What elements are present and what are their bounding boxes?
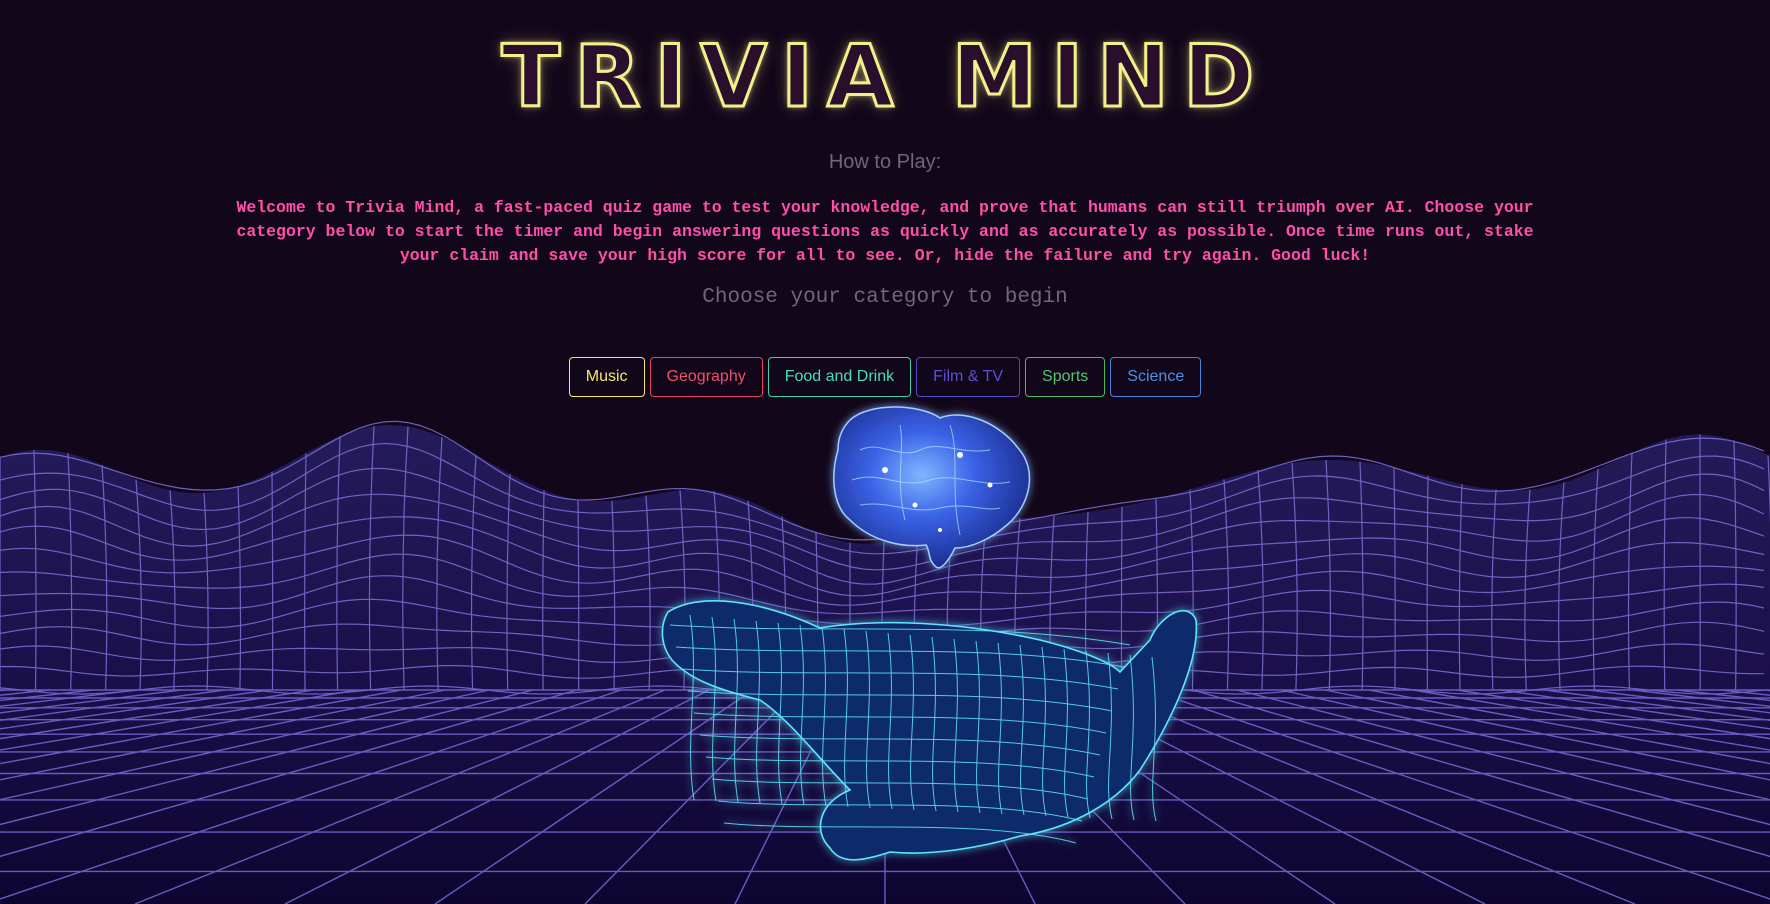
trivia-mind-page: TRIVIA MIND How to Play: Welcome to Triv… [0, 0, 1770, 904]
welcome-text: Welcome to Trivia Mind, a fast-paced qui… [236, 198, 1534, 265]
category-geography-button[interactable]: Geography [649, 357, 763, 397]
terrain-meridian [271, 471, 274, 691]
category-buttons: Music Geography Food and Drink Film & TV… [0, 357, 1770, 397]
terrain-meridian [1120, 506, 1123, 691]
category-science-button[interactable]: Science [1110, 357, 1202, 397]
category-music-button[interactable]: Music [568, 357, 645, 397]
page-title: TRIVIA MIND [500, 27, 1269, 127]
category-sports-button[interactable]: Sports [1025, 357, 1106, 397]
choose-category-prompt: Choose your category to begin [702, 286, 1068, 309]
category-film-tv-button[interactable]: Film & TV [916, 357, 1021, 397]
category-food-and-drink-button[interactable]: Food and Drink [767, 357, 912, 397]
how-to-play-label: How to Play: [828, 151, 942, 173]
page-header: TRIVIA MIND How to Play: Welcome to Triv… [0, 0, 1770, 311]
